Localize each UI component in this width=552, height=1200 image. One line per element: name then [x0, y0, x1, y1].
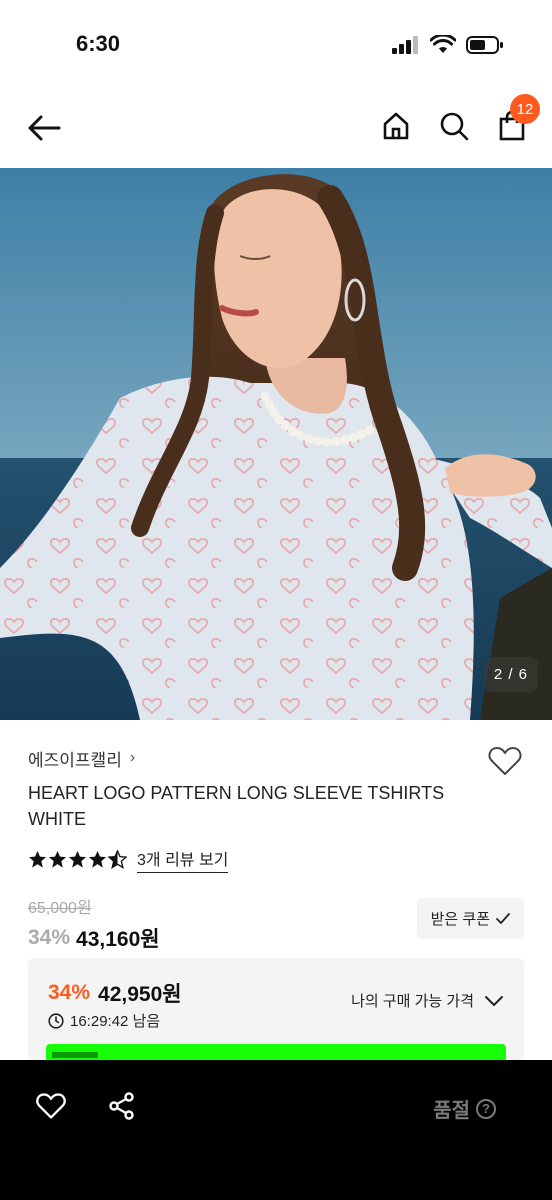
wifi-icon	[430, 35, 456, 53]
top-nav: 12	[0, 88, 552, 168]
share-button[interactable]	[108, 1092, 136, 1125]
discount-rate: 34%	[28, 926, 71, 949]
status-time: 6:30	[76, 31, 121, 56]
share-icon	[109, 1092, 134, 1120]
signal-icon	[392, 36, 418, 54]
star-icon	[88, 850, 107, 868]
status-bar: 6:30	[0, 0, 552, 88]
rating-row: 3개 리뷰 보기	[28, 846, 528, 873]
product-info: 에즈이프캘리 › HEART LOGO PATTERN LONG SLEEVE …	[28, 740, 528, 952]
back-arrow-icon	[28, 115, 61, 141]
search-icon	[440, 112, 469, 141]
promo-banner-mark	[52, 1052, 98, 1058]
soldout-label: 품절	[433, 1100, 470, 1122]
check-icon	[496, 912, 510, 924]
brand-name: 에즈이프캘리	[28, 750, 122, 770]
home-button[interactable]	[378, 108, 414, 144]
wishlist-button[interactable]	[488, 746, 522, 781]
cart-button[interactable]: 12	[494, 94, 540, 144]
countdown-text: 16:29:42 남음	[70, 1013, 161, 1030]
coupon-button[interactable]: 받은 쿠폰	[416, 898, 524, 939]
chevron-right-icon: ›	[129, 749, 136, 766]
bottom-wishlist-button[interactable]	[36, 1092, 66, 1125]
help-icon[interactable]: ?	[476, 1098, 496, 1119]
battery-icon	[466, 36, 503, 54]
product-image[interactable]: 2 / 6	[0, 168, 552, 720]
image-counter: 2 / 6	[483, 657, 538, 692]
product-title: HEART LOGO PATTERN LONG SLEEVE TSHIRTS W…	[28, 783, 445, 829]
soldout-status: 품절 ?	[433, 1094, 496, 1123]
my-price: 34% 42,950원	[48, 978, 182, 1008]
star-icon	[48, 850, 67, 868]
heart-outline-icon	[36, 1093, 66, 1119]
star-icon	[28, 850, 47, 868]
my-price-dropdown[interactable]: 나의 구매 가능 가격	[351, 990, 504, 1011]
search-button[interactable]	[436, 108, 472, 144]
my-price-dropdown-label: 나의 구매 가능 가격	[351, 993, 474, 1010]
my-discount-rate: 34%	[48, 981, 91, 1004]
back-button[interactable]	[24, 110, 64, 146]
clock-icon	[48, 1012, 64, 1029]
brand-link[interactable]: 에즈이프캘리 ›	[28, 740, 528, 776]
coupon-button-label: 받은 쿠폰	[430, 911, 490, 928]
star-icon	[68, 850, 87, 868]
sale-price: 43,160원	[76, 928, 160, 951]
rating-stars	[28, 849, 127, 869]
my-price-amount: 42,950원	[98, 983, 182, 1006]
review-link[interactable]: 3개 리뷰 보기	[137, 846, 229, 873]
home-icon	[383, 112, 409, 140]
countdown-timer: 16:29:42 남음	[48, 1010, 160, 1031]
product-photo	[0, 168, 552, 720]
half-star-icon	[108, 849, 127, 869]
bottom-action-bar: 품절 ?	[0, 1060, 552, 1200]
cart-count-badge: 12	[510, 94, 540, 124]
status-icons	[392, 35, 504, 55]
chevron-down-icon	[485, 995, 503, 1006]
heart-outline-icon	[488, 747, 522, 775]
